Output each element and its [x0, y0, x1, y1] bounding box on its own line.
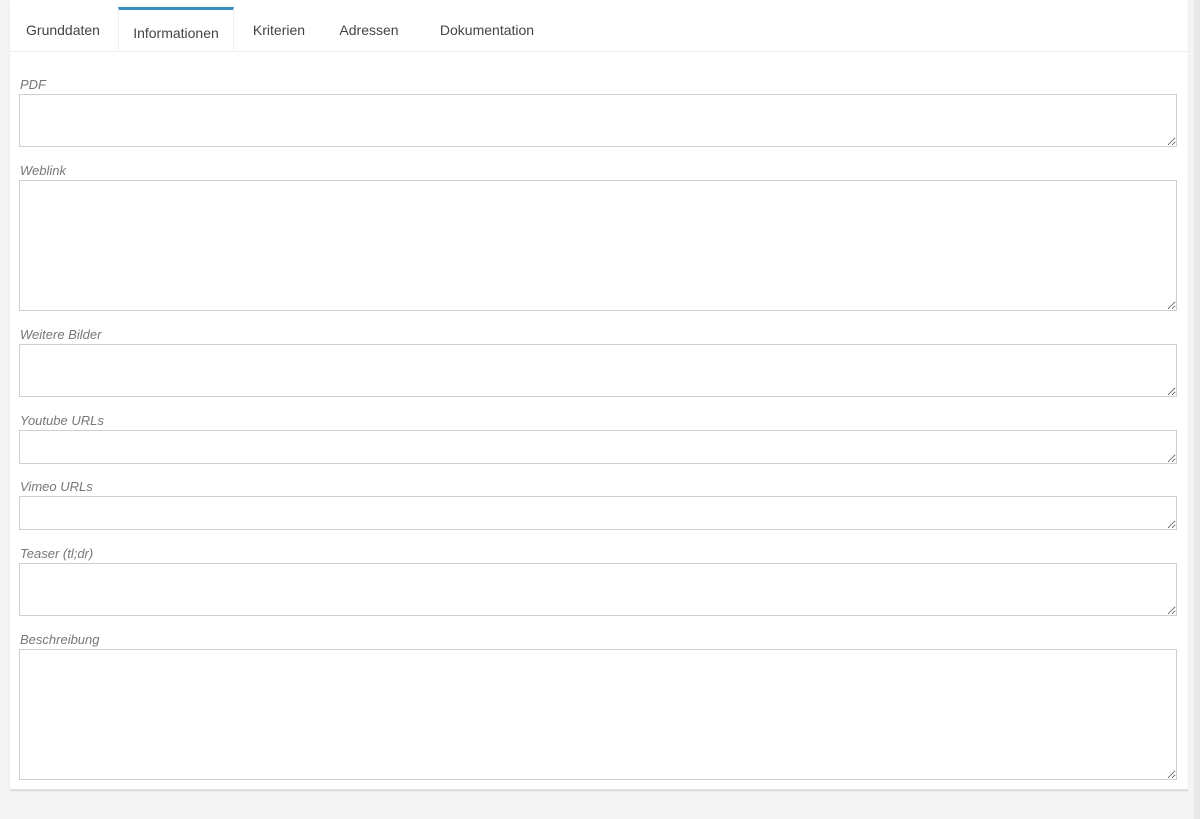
- beschreibung-label: Beschreibung: [20, 632, 100, 647]
- youtube-urls-field[interactable]: [19, 430, 1177, 464]
- weblink-field[interactable]: [19, 180, 1177, 311]
- tab-bar: Grunddaten Informationen Kriterien Adres…: [10, 7, 1188, 52]
- page-scrollbar-track[interactable]: [1194, 0, 1200, 819]
- teaser-label: Teaser (tl;dr): [20, 546, 94, 561]
- weitere-bilder-label: Weitere Bilder: [20, 327, 102, 342]
- tab-dokumentation[interactable]: Dokumentation: [424, 10, 550, 50]
- tab-kriterien[interactable]: Kriterien: [242, 10, 316, 50]
- youtube-urls-label: Youtube URLs: [20, 413, 104, 428]
- weitere-bilder-field[interactable]: [19, 344, 1177, 397]
- vimeo-urls-field[interactable]: [19, 496, 1177, 530]
- vimeo-urls-label: Vimeo URLs: [20, 479, 93, 494]
- tab-adressen[interactable]: Adressen: [330, 10, 408, 50]
- pdf-label: PDF: [20, 77, 46, 92]
- pdf-field[interactable]: [19, 94, 1177, 147]
- beschreibung-field[interactable]: [19, 649, 1177, 780]
- weblink-label: Weblink: [20, 163, 67, 178]
- teaser-field[interactable]: [19, 563, 1177, 616]
- tab-informationen[interactable]: Informationen: [118, 7, 234, 50]
- tab-grunddaten[interactable]: Grunddaten: [10, 10, 116, 50]
- content-panel: Grunddaten Informationen Kriterien Adres…: [10, 0, 1188, 790]
